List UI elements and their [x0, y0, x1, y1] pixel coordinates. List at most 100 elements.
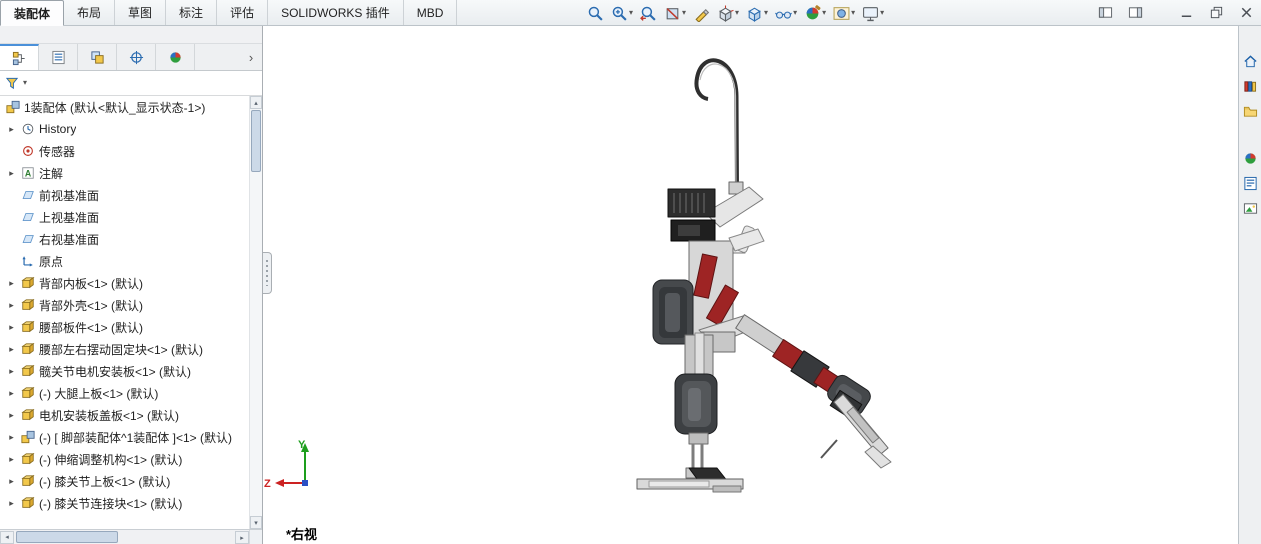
- part-icon: [21, 408, 35, 422]
- scroll-left-button[interactable]: ◂: [0, 530, 14, 544]
- expand-arrow-icon[interactable]: ▸: [6, 410, 17, 421]
- chevron-down-icon[interactable]: ▾: [735, 9, 739, 17]
- part-icon: [21, 342, 35, 356]
- tree-root-item[interactable]: 1装配体 (默认<默认_显示状态-1>): [0, 96, 262, 118]
- zoom-to-fit-button[interactable]: [585, 3, 606, 24]
- pane-right-button[interactable]: [1127, 4, 1144, 21]
- annotation-view-button[interactable]: [691, 3, 712, 24]
- chevron-down-icon[interactable]: ▾: [764, 9, 768, 17]
- 3d-model[interactable]: [264, 26, 1239, 544]
- expand-arrow-icon[interactable]: ▸: [6, 344, 17, 355]
- tree-item[interactable]: ▸ (-) 伸缩调整机构<1> (默认): [0, 448, 262, 470]
- task-pane-appearances-button[interactable]: [1239, 147, 1261, 170]
- restore-button[interactable]: [1208, 4, 1225, 21]
- tree-item[interactable]: ▸ 腰部板件<1> (默认): [0, 316, 262, 338]
- panel-splitter-handle[interactable]: [263, 252, 272, 294]
- tree-item[interactable]: ▸ 电机安装板盖板<1> (默认): [0, 404, 262, 426]
- chevron-down-icon[interactable]: ▾: [822, 9, 826, 17]
- horizontal-scroll-thumb[interactable]: [16, 531, 118, 543]
- tree-item[interactable]: ▸ (-) 大腿上板<1> (默认): [0, 382, 262, 404]
- task-pane-view-palette-button[interactable]: [1239, 197, 1261, 220]
- tree-item[interactable]: 右视基准面: [0, 228, 262, 250]
- assembly-icon: [6, 100, 20, 114]
- expand-arrow-icon[interactable]: ▸: [6, 366, 17, 377]
- ribbon-tab-sketch[interactable]: 草图: [115, 0, 167, 25]
- filter-chevron-icon[interactable]: ▾: [23, 79, 27, 87]
- task-pane-custom-properties-button[interactable]: [1239, 172, 1261, 195]
- pane-left-button[interactable]: [1097, 4, 1114, 21]
- tree-item[interactable]: 传感器: [0, 140, 262, 162]
- expand-arrow-icon[interactable]: ▸: [6, 388, 17, 399]
- scroll-down-button[interactable]: ▾: [250, 516, 262, 529]
- edit-appearance-button[interactable]: ▾: [802, 3, 828, 24]
- close-button[interactable]: [1238, 4, 1255, 21]
- expand-arrow-icon[interactable]: ▸: [6, 498, 17, 509]
- expand-arrow-icon[interactable]: ▸: [6, 168, 17, 179]
- panel-tab-displaymanager[interactable]: [156, 44, 195, 70]
- expand-arrow-icon[interactable]: ▸: [6, 300, 17, 311]
- tree-item-label: History: [39, 122, 77, 136]
- tree-vertical-scrollbar[interactable]: ▴ ▾: [249, 96, 262, 529]
- tree-item[interactable]: ▸ (-) 膝关节连接块<1> (默认): [0, 492, 262, 514]
- part-icon: [21, 474, 35, 488]
- hide-show-items-button[interactable]: ▾: [773, 3, 799, 24]
- apply-scene-button[interactable]: ▾: [831, 3, 857, 24]
- ribbon-tab-mbd[interactable]: MBD: [404, 0, 458, 25]
- tree-item[interactable]: ▸ 腰部左右摆动固定块<1> (默认): [0, 338, 262, 360]
- tree-item[interactable]: ▸ (-) [ 脚部装配体^1装配体 ]<1> (默认): [0, 426, 262, 448]
- tree-item[interactable]: 上视基准面: [0, 206, 262, 228]
- tree-item[interactable]: ▸ History: [0, 118, 262, 140]
- filter-funnel-icon[interactable]: [5, 76, 20, 91]
- tree-item[interactable]: ▸ (-) 膝关节上板<1> (默认): [0, 470, 262, 492]
- scroll-right-button[interactable]: ▸: [235, 531, 249, 544]
- chevron-down-icon[interactable]: ▾: [629, 9, 633, 17]
- view-toolbar: ▾ ▾ ▾ ▾ ▾ ▾ ▾ ▾: [585, 1, 886, 25]
- display-style-button[interactable]: ▾: [744, 3, 770, 24]
- panel-tab-propertymanager[interactable]: [39, 44, 78, 70]
- part-icon: [21, 276, 35, 290]
- view-orientation-button[interactable]: ▾: [715, 3, 741, 24]
- chevron-down-icon[interactable]: ▾: [793, 9, 797, 17]
- expand-arrow-icon[interactable]: ▸: [6, 476, 17, 487]
- ribbon-tab-assembly[interactable]: 装配体: [0, 0, 65, 26]
- task-pane-home-button[interactable]: [1239, 50, 1261, 73]
- tree-item[interactable]: ▸ 髋关节电机安装板<1> (默认): [0, 360, 262, 382]
- ribbon-tab-markup[interactable]: 标注: [166, 0, 218, 25]
- tree-item[interactable]: 原点: [0, 250, 262, 272]
- expand-arrow-icon[interactable]: ▸: [6, 454, 17, 465]
- previous-view-button[interactable]: [638, 3, 659, 24]
- expand-arrow-icon[interactable]: ▸: [6, 124, 17, 135]
- ribbon-tab-solidworks-add-ins[interactable]: SOLIDWORKS 插件: [268, 0, 404, 25]
- appearances-icon: [1243, 151, 1258, 166]
- minimize-button[interactable]: [1178, 4, 1195, 21]
- chevron-down-icon[interactable]: ▾: [880, 9, 884, 17]
- tree-horizontal-scrollbar[interactable]: ◂ ▸: [0, 529, 262, 544]
- view-orientation-icon: [717, 5, 734, 22]
- ribbon-tab-layout[interactable]: 布局: [64, 0, 116, 25]
- tree-item[interactable]: 前视基准面: [0, 184, 262, 206]
- scroll-up-button[interactable]: ▴: [250, 96, 262, 109]
- tree-items: ▸ History 传感器 ▸ A 注解 前视基准面 上视基准面 右视基准面 原点 ▸ 背部内板<1>…: [0, 118, 262, 514]
- zoom-to-area-button[interactable]: ▾: [609, 3, 635, 24]
- featuremanager-icon: [12, 51, 27, 66]
- expand-arrow-icon[interactable]: ▸: [6, 432, 17, 443]
- tree-item[interactable]: ▸ A 注解: [0, 162, 262, 184]
- tree-item[interactable]: ▸ 背部内板<1> (默认): [0, 272, 262, 294]
- tree-item-label: 背部内板<1> (默认): [39, 276, 144, 291]
- chevron-down-icon[interactable]: ▾: [851, 9, 855, 17]
- panel-tab-configurationmanager[interactable]: [78, 44, 117, 70]
- view-settings-button[interactable]: ▾: [860, 3, 886, 24]
- expand-arrow-icon[interactable]: ▸: [6, 278, 17, 289]
- section-view-button[interactable]: ▾: [662, 3, 688, 24]
- panel-tab-overflow-button[interactable]: ›: [240, 44, 262, 70]
- expand-arrow-icon[interactable]: ▸: [6, 322, 17, 333]
- panel-tab-featuremanager[interactable]: [0, 44, 39, 70]
- window-buttons: [1097, 4, 1255, 21]
- ribbon-tab-evaluate[interactable]: 评估: [217, 0, 269, 25]
- vertical-scroll-thumb[interactable]: [251, 110, 261, 172]
- tree-item[interactable]: ▸ 背部外壳<1> (默认): [0, 294, 262, 316]
- task-pane-file-explorer-button[interactable]: [1239, 100, 1261, 123]
- chevron-down-icon[interactable]: ▾: [682, 9, 686, 17]
- panel-tab-dimxpertmanager[interactable]: [117, 44, 156, 70]
- task-pane-design-library-button[interactable]: [1239, 75, 1261, 98]
